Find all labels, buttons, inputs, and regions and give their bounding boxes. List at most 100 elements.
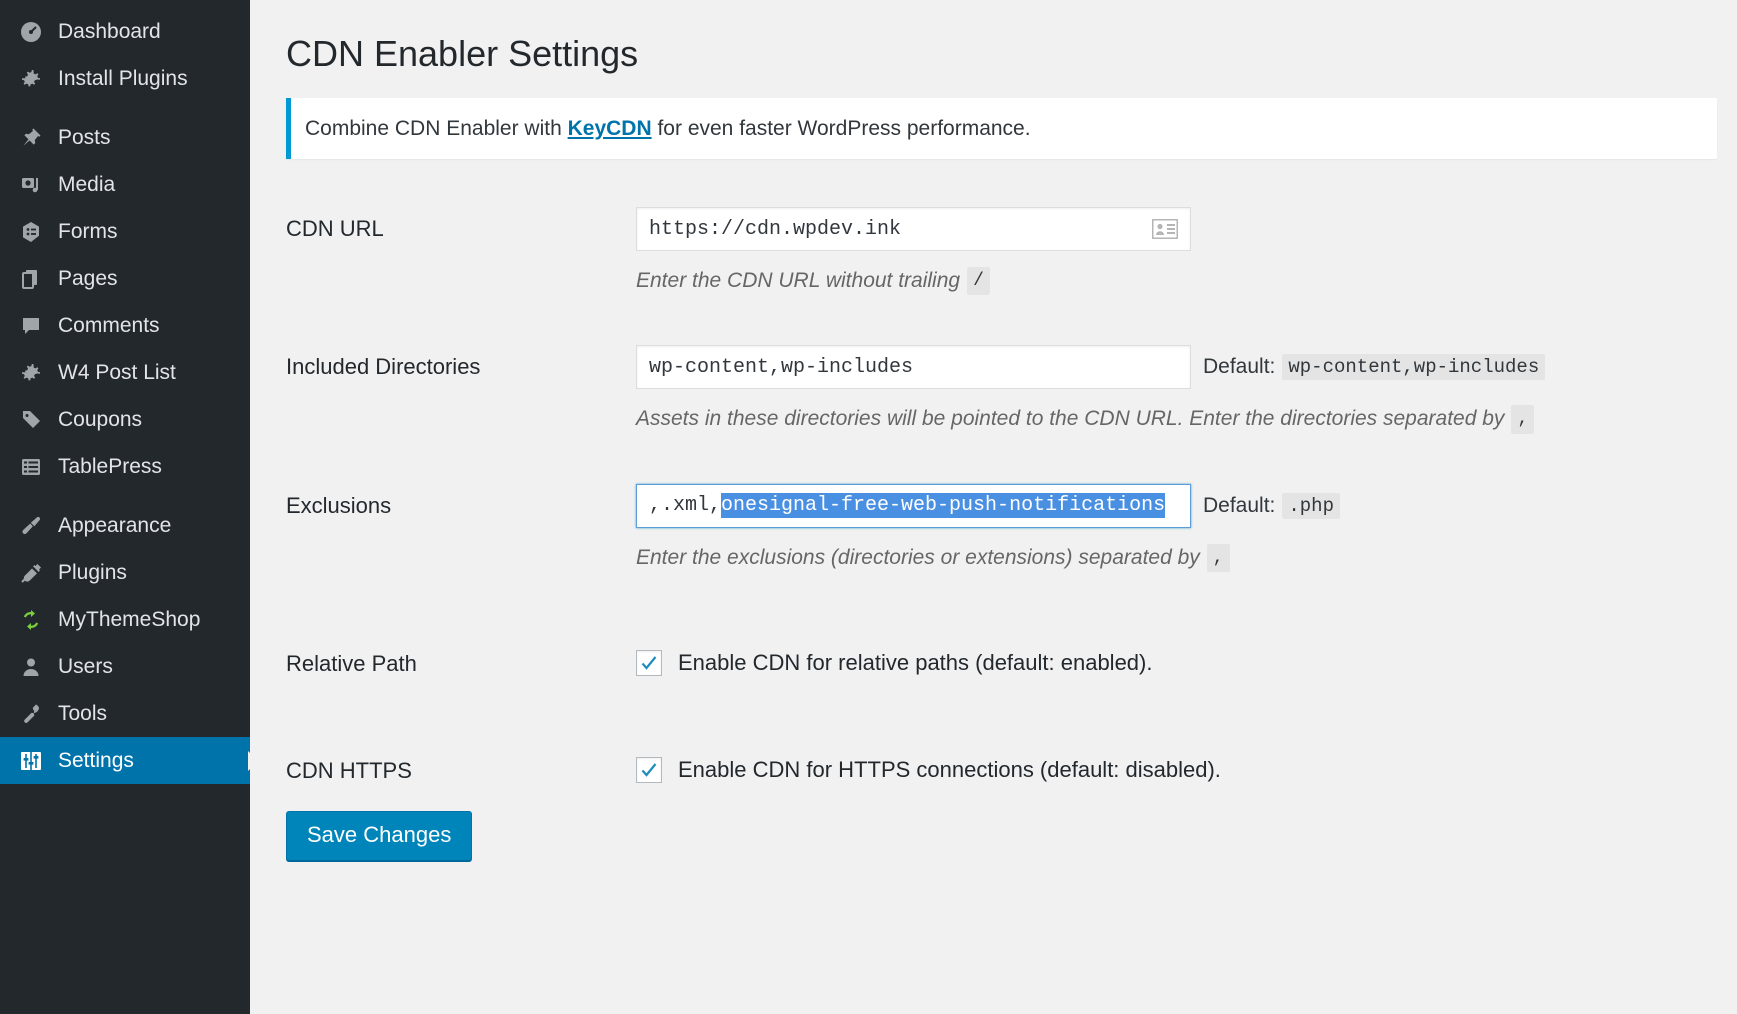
- relative-path-label: Relative Path: [286, 634, 636, 679]
- admin-sidebar: Dashboard Install Plugins Posts Media: [0, 0, 250, 1014]
- field-row-relative-path: Relative Path Enable CDN for relative pa…: [286, 634, 1726, 679]
- sidebar-item-dashboard[interactable]: Dashboard: [0, 8, 250, 55]
- sidebar-item-label: Install Plugins: [58, 67, 188, 91]
- row-spacer: [286, 295, 1726, 337]
- forms-icon: [14, 220, 48, 244]
- included-directories-default: Default: wp-content,wp-includes: [1203, 354, 1545, 380]
- included-directories-label: Included Directories: [286, 337, 636, 382]
- sidebar-item-users[interactable]: Users: [0, 643, 250, 690]
- included-directories-value: wp-content,wp-includes: [649, 356, 913, 379]
- cdn-url-description-code: /: [967, 267, 990, 295]
- keycdn-link[interactable]: KeyCDN: [568, 117, 652, 140]
- settings-form: CDN URL https://cdn.wpdev.ink Enter the …: [286, 199, 1726, 891]
- sidebar-item-label: TablePress: [58, 455, 162, 479]
- tag-icon: [14, 408, 48, 432]
- sidebar-separator: [0, 102, 250, 114]
- sidebar-separator: [0, 490, 250, 502]
- sidebar-item-label: Users: [58, 655, 113, 679]
- brush-icon: [14, 514, 48, 538]
- sidebar-item-w4-post-list[interactable]: W4 Post List: [0, 349, 250, 396]
- user-icon: [14, 655, 48, 679]
- cdn-url-description: Enter the CDN URL without trailing /: [636, 267, 1726, 295]
- table-icon: [14, 455, 48, 479]
- sidebar-item-label: Plugins: [58, 561, 127, 585]
- default-label: Default:: [1203, 355, 1275, 379]
- settings-icon: [14, 749, 48, 773]
- checkmark-icon: [639, 653, 659, 673]
- field-row-cdn-https: CDN HTTPS Enable CDN for HTTPS connectio…: [286, 741, 1726, 786]
- sidebar-item-appearance[interactable]: Appearance: [0, 502, 250, 549]
- field-row-cdn-url: CDN URL https://cdn.wpdev.ink Enter the …: [286, 199, 1726, 295]
- sidebar-item-install-plugins[interactable]: Install Plugins: [0, 55, 250, 102]
- sidebar-item-media[interactable]: Media: [0, 161, 250, 208]
- included-directories-description-code: ,: [1511, 405, 1534, 433]
- sidebar-item-settings[interactable]: Settings: [0, 737, 250, 784]
- relative-path-checkbox[interactable]: [636, 650, 662, 676]
- sidebar-item-label: Posts: [58, 126, 111, 150]
- sidebar-item-label: Appearance: [58, 514, 171, 538]
- gear-icon: [14, 67, 48, 91]
- notice-text: Combine CDN Enabler with KeyCDN for even…: [305, 115, 1703, 142]
- notice-text-before: Combine CDN Enabler with: [305, 117, 568, 140]
- exclusions-label: Exclusions: [286, 476, 636, 521]
- main-content: CDN Enabler Settings Combine CDN Enabler…: [250, 0, 1737, 1014]
- page-title: CDN Enabler Settings: [286, 22, 1737, 82]
- exclusions-description: Enter the exclusions (directories or ext…: [636, 544, 1726, 572]
- exclusions-value-plain: ,.xml,: [649, 494, 721, 517]
- sidebar-item-mythemeshop[interactable]: MyThemeShop: [0, 596, 250, 643]
- sidebar-item-label: W4 Post List: [58, 361, 176, 385]
- pages-icon: [14, 267, 48, 291]
- sidebar-item-coupons[interactable]: Coupons: [0, 396, 250, 443]
- exclusions-description-code: ,: [1207, 544, 1230, 572]
- wrench-icon: [14, 702, 48, 726]
- sidebar-item-label: Settings: [58, 749, 134, 773]
- sidebar-item-forms[interactable]: Forms: [0, 208, 250, 255]
- media-icon: [14, 173, 48, 197]
- keycdn-notice: Combine CDN Enabler with KeyCDN for even…: [286, 98, 1717, 159]
- sidebar-item-label: Media: [58, 173, 115, 197]
- row-spacer: [286, 679, 1726, 741]
- exclusions-input[interactable]: ,.xml, onesignal-free-web-push-notificat…: [636, 484, 1191, 528]
- sidebar-item-label: Forms: [58, 220, 118, 244]
- gear-icon: [14, 361, 48, 385]
- sidebar-item-tablepress[interactable]: TablePress: [0, 443, 250, 490]
- sidebar-item-label: Pages: [58, 267, 118, 291]
- cdn-https-checkbox-label[interactable]: Enable CDN for HTTPS connections (defaul…: [678, 757, 1221, 783]
- sidebar-item-tools[interactable]: Tools: [0, 690, 250, 737]
- included-directories-description: Assets in these directories will be poin…: [636, 405, 1726, 433]
- cdn-url-description-text: Enter the CDN URL without trailing: [636, 267, 960, 295]
- included-directories-description-text: Assets in these directories will be poin…: [636, 405, 1504, 433]
- relative-path-checkbox-label[interactable]: Enable CDN for relative paths (default: …: [678, 650, 1152, 676]
- sidebar-item-label: Dashboard: [58, 20, 161, 44]
- row-spacer: [286, 434, 1726, 476]
- exclusions-selected-text: onesignal-free-web-push-notifications: [721, 493, 1165, 518]
- default-value: .php: [1282, 493, 1340, 519]
- sidebar-item-posts[interactable]: Posts: [0, 114, 250, 161]
- sidebar-item-label: Coupons: [58, 408, 142, 432]
- save-changes-button[interactable]: Save Changes: [286, 811, 472, 861]
- cdn-https-label: CDN HTTPS: [286, 741, 636, 786]
- sidebar-item-pages[interactable]: Pages: [0, 255, 250, 302]
- comment-icon: [14, 314, 48, 338]
- form-actions: Save Changes: [286, 811, 1726, 891]
- sidebar-item-label: Comments: [58, 314, 160, 338]
- sidebar-item-label: Tools: [58, 702, 107, 726]
- refresh-icon: [14, 608, 48, 632]
- contact-card-icon[interactable]: [1152, 219, 1178, 239]
- dashboard-icon: [14, 20, 48, 44]
- checkmark-icon: [639, 760, 659, 780]
- exclusions-default: Default: .php: [1203, 493, 1340, 519]
- default-value: wp-content,wp-includes: [1282, 354, 1545, 380]
- cdn-url-value: https://cdn.wpdev.ink: [649, 218, 901, 241]
- exclusions-description-text: Enter the exclusions (directories or ext…: [636, 544, 1200, 572]
- default-label: Default:: [1203, 494, 1275, 518]
- sidebar-item-plugins[interactable]: Plugins: [0, 549, 250, 596]
- admin-screen: Dashboard Install Plugins Posts Media: [0, 0, 1737, 1014]
- plug-icon: [14, 561, 48, 585]
- sidebar-item-comments[interactable]: Comments: [0, 302, 250, 349]
- row-spacer: [286, 572, 1726, 634]
- pin-icon: [14, 126, 48, 150]
- cdn-url-input[interactable]: https://cdn.wpdev.ink: [636, 207, 1191, 251]
- included-directories-input[interactable]: wp-content,wp-includes: [636, 345, 1191, 389]
- cdn-https-checkbox[interactable]: [636, 757, 662, 783]
